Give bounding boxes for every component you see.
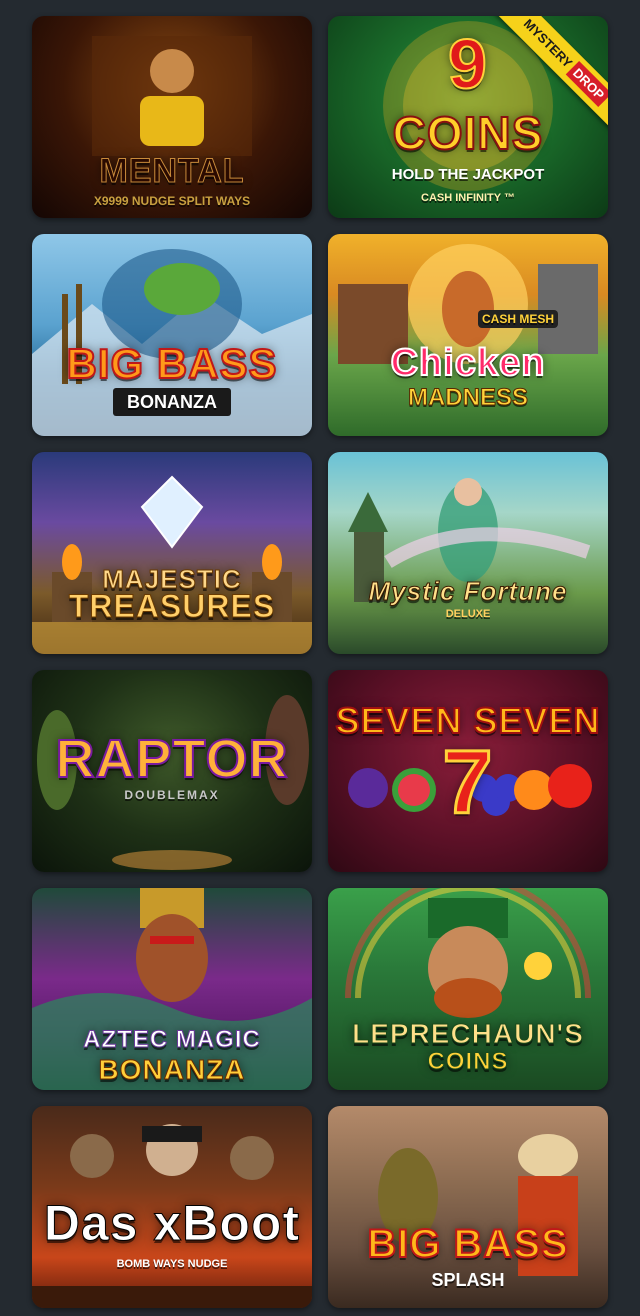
game-subtitle: HOLD THE JACKPOT: [391, 166, 545, 183]
game-subtitle: BONANZA: [98, 1054, 246, 1086]
game-title: AZTEC MAGIC: [83, 1026, 261, 1054]
game-title: Mystic Fortune: [368, 576, 568, 607]
game-title: LEPRECHAUN'S: [352, 1018, 584, 1050]
game-grid: MENTAL X9999 NUDGE SPLIT WAYS 9 COINS HO…: [32, 16, 608, 1308]
game-subtitle: MADNESS: [407, 384, 528, 412]
game-tile-big-bass-bonanza[interactable]: BIG BASS BONANZA: [32, 234, 312, 436]
game-tile-leprechauns-coins[interactable]: LEPRECHAUN'S COINS: [328, 888, 608, 1090]
game-title: BIG BASS: [65, 339, 278, 388]
mystic-artwork: [348, 478, 591, 602]
game-subtitle: BONANZA: [113, 388, 231, 416]
game-subtitle-2: CASH INFINITY ™: [421, 192, 515, 204]
game-tile-mental[interactable]: MENTAL X9999 NUDGE SPLIT WAYS: [32, 16, 312, 218]
game-subtitle: X9999 NUDGE SPLIT WAYS: [93, 194, 251, 208]
game-title: Chicken: [390, 341, 546, 385]
game-subtitle: DOUBLEMAX: [124, 788, 220, 802]
game-tile-aztec-magic-bonanza[interactable]: AZTEC MAGIC BONANZA: [32, 888, 312, 1090]
game-tile-9-coins[interactable]: 9 COINS HOLD THE JACKPOT CASH INFINITY ™…: [328, 16, 608, 218]
game-tile-majestic-treasures[interactable]: MAJESTIC TREASURES: [32, 452, 312, 654]
game-subtitle: 7: [441, 732, 494, 835]
game-subtitle: DELUXE: [445, 608, 491, 620]
game-tile-raptor-doublemax[interactable]: RAPTOR DOUBLEMAX: [32, 670, 312, 872]
game-tile-chicken-madness[interactable]: CASH MESH Chicken MADNESS: [328, 234, 608, 436]
game-title: RAPTOR: [54, 728, 289, 790]
game-subtitle: COINS: [427, 1048, 509, 1076]
game-tile-das-xboot[interactable]: Das xBoot BOMB WAYS NUDGE: [32, 1106, 312, 1308]
game-subtitle: BOMB WAYS NUDGE: [116, 1258, 228, 1270]
game-title: COINS: [392, 106, 544, 160]
game-title: BIG BASS: [366, 1221, 569, 1267]
game-title: Das xBoot: [43, 1195, 301, 1252]
game-title: MENTAL: [99, 152, 245, 191]
game-tile-big-bass-splash[interactable]: BIG BASS SPLASH: [328, 1106, 608, 1308]
game-tile-mystic-fortune-deluxe[interactable]: Mystic Fortune DELUXE: [328, 452, 608, 654]
game-subtitle: SPLASH: [431, 1270, 505, 1290]
game-subtitle: TREASURES: [68, 588, 276, 625]
game-tile-seven-seven[interactable]: SEVEN SEVEN 7: [328, 670, 608, 872]
game-subtitle-2: CASH MESH: [478, 310, 558, 328]
